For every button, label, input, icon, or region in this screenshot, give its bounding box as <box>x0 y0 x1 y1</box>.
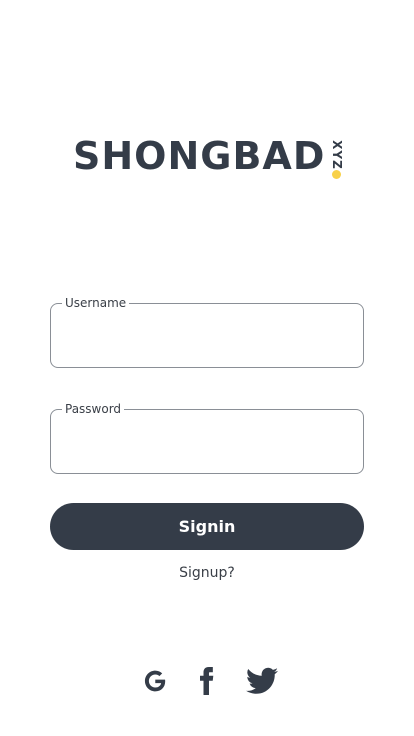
logo-dot <box>332 170 342 179</box>
app-logo: SHONGBAD XYZ <box>73 128 346 184</box>
twitter-login-button[interactable] <box>245 664 279 698</box>
google-icon <box>144 670 166 692</box>
facebook-icon <box>200 667 214 695</box>
username-field[interactable]: Username <box>50 296 364 368</box>
username-label: Username <box>62 296 130 310</box>
logo-tld-group: XYZ <box>328 132 346 180</box>
logo-wordmark: SHONGBAD <box>73 134 326 178</box>
social-login-row <box>0 664 414 698</box>
signup-link[interactable]: Signup? <box>0 565 414 581</box>
signin-button[interactable]: Signin <box>50 503 364 550</box>
password-label: Password <box>62 402 125 416</box>
logo-tld: XYZ <box>330 140 345 170</box>
password-field[interactable]: Password <box>50 402 364 474</box>
google-login-button[interactable] <box>139 664 171 698</box>
twitter-icon <box>246 667 278 694</box>
facebook-login-button[interactable] <box>194 664 220 698</box>
password-input[interactable] <box>65 428 349 460</box>
username-input[interactable] <box>65 322 349 354</box>
